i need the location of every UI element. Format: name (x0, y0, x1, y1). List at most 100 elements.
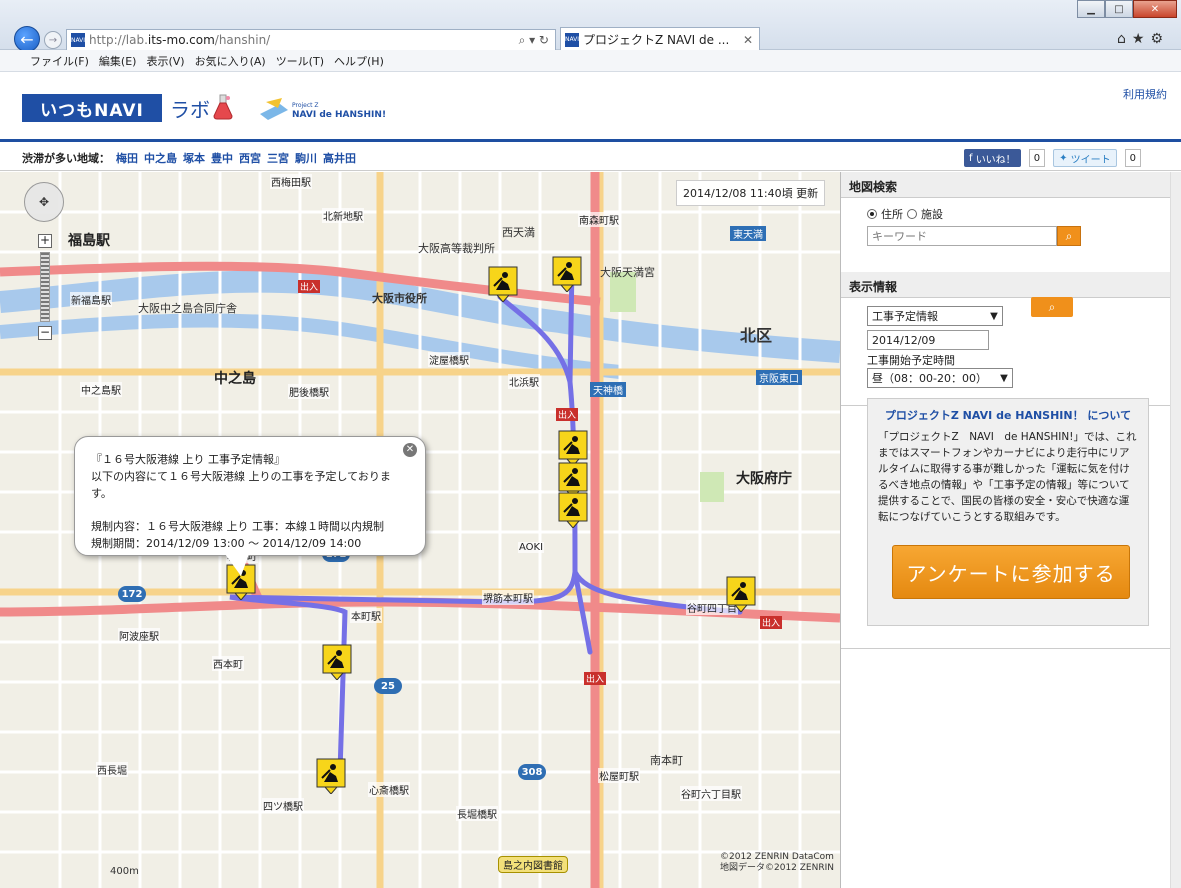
tab-close-icon[interactable]: ✕ (743, 33, 759, 47)
display-info-section: 工事予定情報 ▼ 2014/12/09 工事開始予定時間 昼（08：00-20：0… (841, 298, 1170, 406)
construction-marker-icon[interactable] (488, 266, 518, 302)
area-link-takaida[interactable]: 高井田 (323, 150, 356, 166)
construction-marker-icon[interactable] (726, 576, 756, 612)
date-input[interactable]: 2014/12/09 (867, 330, 989, 350)
station-kitashinchi[interactable]: 北新地駅 (322, 208, 364, 223)
back-button[interactable]: ← (14, 26, 40, 52)
arrow-right-icon: → (48, 34, 58, 46)
station-higashitenma[interactable]: 東天満 (730, 226, 766, 241)
menu-tools[interactable]: ツール(T) (276, 53, 324, 69)
area-link-toyonaka[interactable]: 豊中 (211, 150, 233, 166)
address-bar[interactable]: NAVI http://lab.its-mo.com/hanshin/ ⌕ ▾ … (66, 29, 556, 51)
station-awaza[interactable]: 阿波座駅 (118, 628, 160, 643)
zoom-slider[interactable] (40, 252, 50, 322)
forward-button[interactable]: → (44, 31, 62, 49)
keyword-search-button[interactable]: ⌕ (1057, 226, 1081, 246)
time-range-select[interactable]: 昼（08：00-20：00） ▼ (867, 368, 1013, 388)
radio-address[interactable] (867, 209, 877, 219)
station-matsuyamachi[interactable]: 松屋町駅 (598, 768, 640, 783)
social-buttons: f いいね！ 0 ✦ ツイート 0 (963, 149, 1141, 167)
tab-title: プロジェクトZ NAVI de ... (583, 33, 730, 47)
tweet-button[interactable]: ✦ ツイート (1053, 149, 1117, 167)
area-link-tsukamoto[interactable]: 塚本 (183, 150, 205, 166)
area-link-nakanoshima[interactable]: 中之島 (144, 150, 177, 166)
construction-marker-icon[interactable] (552, 256, 582, 292)
terms-link[interactable]: 利用規約 (1123, 86, 1167, 102)
site-favicon-icon: NAVI (71, 33, 85, 47)
map-label-nakanoshima: 中之島 (214, 371, 256, 387)
station-keihan-higashi[interactable]: 京阪東口 (756, 370, 802, 385)
congestion-label: 渋滞が多い地域： (22, 151, 110, 165)
station-sakaisuji-hommachi[interactable]: 堺筋本町駅 (482, 590, 534, 605)
minimize-button[interactable]: ▁ (1077, 0, 1105, 18)
area-link-nishinomiya[interactable]: 西宮 (239, 150, 261, 166)
home-icon[interactable]: ⌂ (1117, 31, 1132, 47)
menu-view[interactable]: 表示(V) (146, 53, 184, 69)
chevron-down-icon: ▼ (1000, 372, 1008, 384)
station-yodoyabashi[interactable]: 淀屋橋駅 (428, 352, 470, 367)
info-search-button[interactable]: ⌕ (1031, 297, 1073, 317)
survey-button[interactable]: アンケートに参加する (892, 545, 1130, 599)
highway-exit-badge: 出入 (298, 280, 321, 293)
flask-icon (213, 94, 233, 120)
construction-marker-icon[interactable] (558, 492, 588, 528)
twitter-bird-icon: ✦ (1059, 152, 1071, 164)
url-text[interactable]: http://lab.its-mo.com/hanshin/ (89, 33, 270, 47)
station-nishiohashi[interactable]: 西長堀 (96, 762, 128, 777)
construction-marker-icon[interactable] (322, 644, 352, 680)
popup-close-icon[interactable]: ✕ (403, 443, 417, 457)
area-link-sannomiya[interactable]: 三宮 (267, 150, 289, 166)
menu-file[interactable]: ファイル(F) (30, 53, 89, 69)
display-info-heading: 表示情報 (841, 272, 1170, 298)
station-shinfukushima[interactable]: 新福島駅 (70, 292, 112, 307)
zoom-out-button[interactable]: − (38, 326, 52, 340)
browser-tab[interactable]: NAVI プロジェクトZ NAVI de ... ✕ (560, 27, 760, 51)
map-updated-time: 2014/12/08 11:40頃 更新 (676, 180, 826, 206)
station-kitahama[interactable]: 北浜駅 (508, 374, 540, 389)
map-canvas[interactable]: 福島駅 北区 中之島 大阪市役所 大阪高等裁判所 大阪中之島合同庁舎 西天満 大… (0, 172, 840, 888)
highway-exit-badge: 出入 (760, 616, 783, 629)
tab-favicon-icon: NAVI (565, 32, 579, 47)
station-shinsaibashi[interactable]: 心斎橋駅 (368, 782, 410, 797)
map-pan-control[interactable]: ✥ (24, 182, 64, 222)
radio-facility[interactable] (907, 209, 917, 219)
station-higobashi[interactable]: 肥後橋駅 (288, 384, 330, 399)
route-shield-308: 308 (518, 764, 546, 780)
map-label-court: 大阪中之島合同庁舎 (138, 302, 237, 315)
construction-marker-icon[interactable] (558, 430, 588, 466)
favorites-star-icon[interactable]: ★ (1132, 31, 1151, 47)
map-label-city-hall: 大阪市役所 (372, 292, 427, 305)
gear-icon[interactable]: ⚙ (1150, 31, 1169, 47)
itsumo-navi-logo[interactable]: いつもNAVI (22, 94, 162, 122)
popup-tail (225, 554, 249, 576)
area-link-komagawa[interactable]: 駒川 (295, 150, 317, 166)
station-temmabashi[interactable]: 天神橋 (590, 382, 626, 397)
facebook-like-button[interactable]: f いいね！ (963, 149, 1021, 167)
project-name-text: NAVI de HANSHIN! (292, 110, 386, 120)
info-type-select[interactable]: 工事予定情報 ▼ (867, 306, 1003, 326)
station-hommachi[interactable]: 本町駅 (350, 608, 382, 623)
project-z-logo[interactable]: Project Z NAVI de HANSHIN! (258, 96, 398, 122)
area-link-umeda[interactable]: 梅田 (116, 150, 138, 166)
station-nakanoshima[interactable]: 中之島駅 (80, 382, 122, 397)
tweet-count: 0 (1124, 149, 1141, 167)
station-nishiumeda[interactable]: 西梅田駅 (270, 174, 312, 189)
menu-help[interactable]: ヘルプ(H) (334, 53, 384, 69)
radio-facility-label: 施設 (921, 208, 943, 221)
station-yotsubashi[interactable]: 四ツ橋駅 (262, 798, 304, 813)
zoom-in-button[interactable]: + (38, 234, 52, 248)
maximize-button[interactable]: □ (1105, 0, 1133, 18)
about-title[interactable]: プロジェクトZ NAVI de HANSHIN！ について (878, 407, 1138, 423)
search-refresh-icons[interactable]: ⌕ ▾ ↻ (519, 33, 555, 48)
page-scrollbar[interactable] (1170, 172, 1181, 888)
station-nagahoribashi[interactable]: 長堀橋駅 (456, 806, 498, 821)
keyword-input[interactable] (867, 226, 1057, 246)
menu-favorites[interactable]: お気に入り(A) (195, 53, 266, 69)
popup-detail: 規制内容：１６号大阪港線 上り 工事：本線１時間以内規制 (91, 520, 384, 533)
close-window-button[interactable]: ✕ (1133, 0, 1177, 18)
station-minamimorimachi[interactable]: 南森町駅 (578, 212, 620, 227)
menu-bar: ファイル(F) 編集(E) 表示(V) お気に入り(A) ツール(T) ヘルプ(… (0, 50, 1181, 72)
construction-marker-icon[interactable] (316, 758, 346, 794)
menu-edit[interactable]: 編集(E) (99, 53, 137, 69)
station-tanimachi6[interactable]: 谷町六丁目駅 (680, 786, 742, 801)
